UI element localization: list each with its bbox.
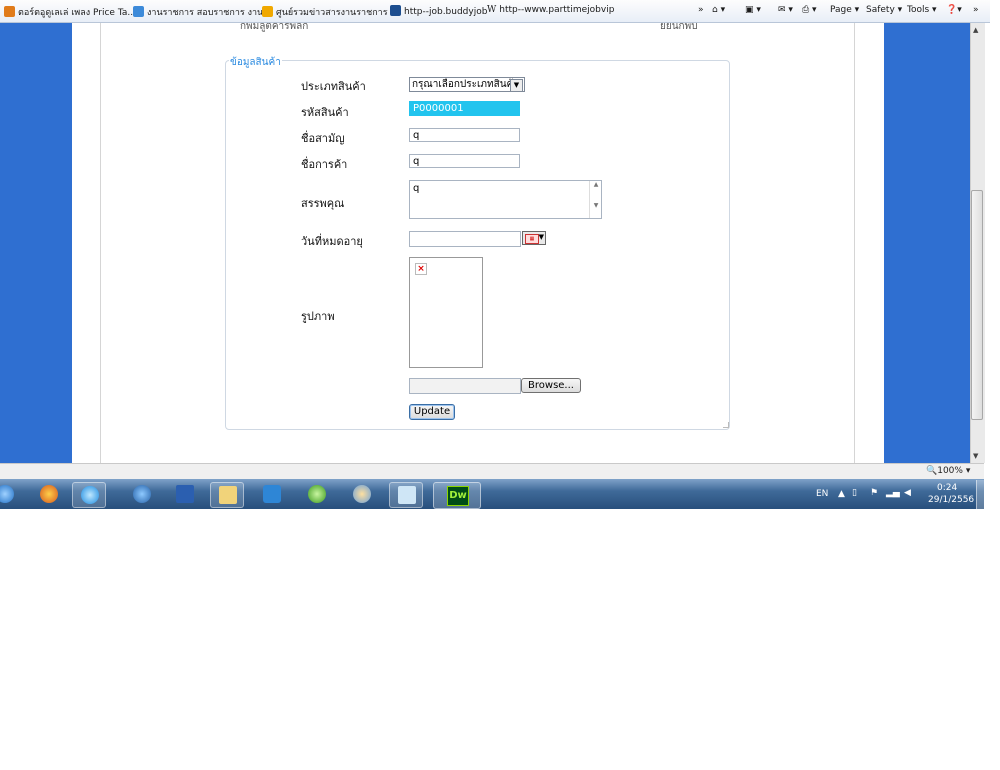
taskbar-internet-explorer[interactable]: [72, 482, 106, 508]
favorite-link-4[interactable]: http--job.buddyjob: [390, 5, 487, 17]
properties-label: สรรพคุณ: [301, 197, 345, 210]
trade-name-label: ชื่อการค้า: [301, 158, 348, 171]
taskbar-green-app[interactable]: [300, 482, 332, 506]
scrollbar-thumb[interactable]: [971, 190, 983, 420]
windows-logo-icon: [0, 485, 14, 503]
clock-date[interactable]: 29/1/2556: [928, 495, 974, 505]
textarea-scrollbar[interactable]: ▲ ▼: [589, 181, 602, 218]
folder-icon: [219, 486, 237, 504]
browse-button[interactable]: Browse...: [521, 378, 581, 393]
taskbar-explorer[interactable]: [210, 482, 244, 508]
favorite-icon: [390, 5, 401, 16]
image-label: รูปภาพ: [301, 310, 335, 323]
word-icon: [176, 485, 194, 503]
wikipedia-icon: W: [487, 5, 497, 15]
status-bar: [0, 463, 984, 480]
media-player-icon: [263, 485, 281, 503]
scroll-down-icon[interactable]: ▼: [973, 452, 978, 460]
paint-icon: [353, 485, 371, 503]
divider: [100, 23, 101, 463]
chevron-down-icon: ▼: [510, 79, 523, 92]
safety-menu[interactable]: Safety ▾: [866, 5, 902, 15]
cutoff-text: ยยนกพบ: [660, 23, 698, 32]
show-desktop-button[interactable]: [976, 480, 985, 509]
taskbar-media-center[interactable]: [125, 482, 157, 506]
tools-menu[interactable]: Tools ▾: [907, 5, 937, 15]
web-page-viewport: กพมลูตคารพลก ยยนกพบ ข้อมูลสินค้า ประเภทส…: [0, 23, 970, 463]
internet-explorer-icon: [81, 486, 99, 504]
page-menu[interactable]: Page ▾: [830, 5, 859, 15]
favorite-link-3[interactable]: ศูนย์รวมข่าวสารงานราชการ ...: [262, 5, 399, 19]
file-path-input[interactable]: [409, 378, 521, 394]
calendar-icon: ▦: [525, 234, 539, 244]
expiry-date-label: วันที่หมดอายุ: [301, 235, 363, 248]
start-button[interactable]: [0, 482, 20, 506]
product-type-select[interactable]: กรุณาเลือกประเภทสินค้า ▼: [409, 77, 525, 92]
chevron-more-icon[interactable]: »: [973, 5, 979, 15]
taskbar-dreamweaver[interactable]: Dw: [433, 482, 481, 509]
update-button[interactable]: Update: [409, 404, 455, 420]
favorite-link-5[interactable]: Whttp--www.parttimejobvip: [487, 5, 614, 15]
taskbar-firefox[interactable]: [32, 482, 64, 506]
calendar-picker-button[interactable]: ▦ ▼: [522, 231, 546, 245]
taskbar-app[interactable]: [389, 482, 423, 508]
taskbar-word[interactable]: [168, 482, 200, 506]
broken-image-icon: ×: [415, 263, 427, 275]
language-indicator[interactable]: EN: [816, 489, 828, 499]
feeds-icon[interactable]: ▣ ▾: [745, 5, 761, 15]
home-icon[interactable]: ⌂ ▾: [712, 5, 725, 15]
network-icon[interactable]: ▂▄: [886, 488, 900, 498]
favorite-link-2[interactable]: งานราชการ สอบราชการ งาน...: [133, 5, 272, 19]
product-code-label: รหัสสินค้า: [301, 106, 349, 119]
chevron-down-icon: ▼: [538, 233, 544, 241]
favorites-bar: ตอร์ตอูดูเลเล่ เพลง Price Ta... งานราชกา…: [0, 0, 990, 23]
window-icon: [398, 486, 416, 504]
scroll-up-icon[interactable]: ▲: [973, 26, 978, 34]
fieldset-legend: ข้อมูลสินค้า: [229, 55, 282, 70]
media-center-icon: [133, 485, 151, 503]
common-name-field[interactable]: q: [409, 128, 520, 142]
zoom-control[interactable]: 🔍100% ▾: [926, 466, 970, 476]
add-circle-icon: [308, 485, 326, 503]
cutoff-text: กพมลูตคารพลก: [240, 23, 309, 32]
product-code-field[interactable]: P0000001: [409, 101, 520, 116]
dreamweaver-icon: Dw: [447, 486, 469, 506]
flag-icon[interactable]: ⚑: [870, 488, 878, 498]
chevron-more-icon[interactable]: »: [698, 5, 704, 15]
divider: [854, 23, 855, 463]
favorite-icon: [4, 6, 15, 17]
properties-textarea[interactable]: q: [409, 180, 602, 219]
expiry-date-field[interactable]: [409, 231, 521, 247]
taskbar-media-player[interactable]: [255, 482, 287, 506]
show-hidden-icons-icon[interactable]: ▲: [838, 489, 845, 499]
zoom-icon: 🔍: [926, 466, 938, 476]
trade-name-field[interactable]: q: [409, 154, 520, 168]
mail-icon[interactable]: ✉ ▾: [778, 5, 793, 15]
clock-time[interactable]: 0:24: [937, 483, 957, 493]
firefox-icon: [40, 485, 58, 503]
resize-grip-icon: [723, 422, 729, 428]
product-type-label: ประเภทสินค้า: [301, 80, 366, 93]
volume-icon[interactable]: ◀: [904, 488, 911, 498]
ie-page-icon: [133, 6, 144, 17]
help-icon[interactable]: ❓▾: [946, 5, 962, 15]
taskbar-paint[interactable]: [345, 482, 377, 506]
print-icon[interactable]: ⎙ ▾: [802, 5, 817, 15]
favorite-link-1[interactable]: ตอร์ตอูดูเลเล่ เพลง Price Ta...: [4, 5, 136, 19]
common-name-label: ชื่อสามัญ: [301, 132, 345, 145]
favorite-icon: [262, 6, 273, 17]
notification-icon[interactable]: ▯: [852, 488, 857, 498]
